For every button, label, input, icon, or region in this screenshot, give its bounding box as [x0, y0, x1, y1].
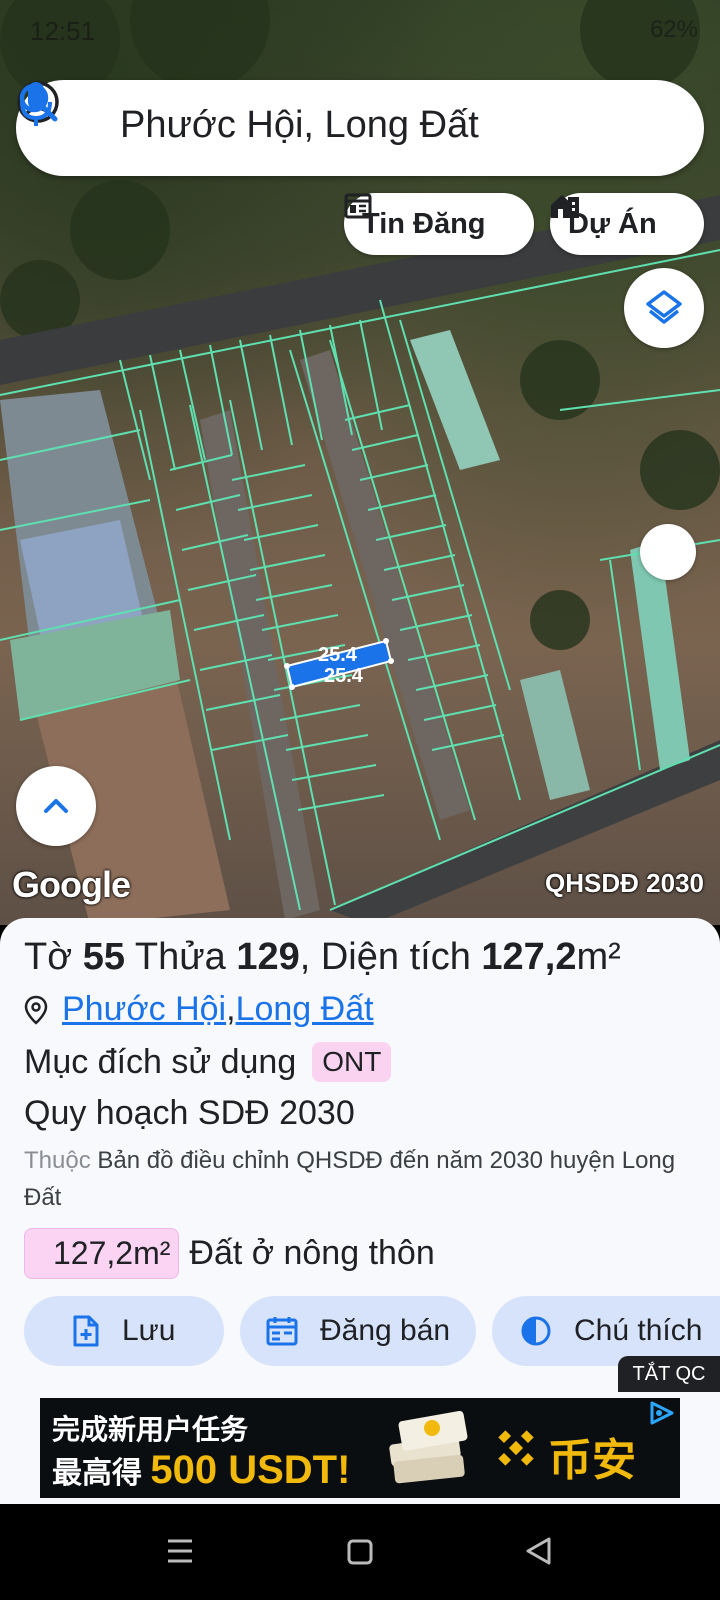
home-icon[interactable]	[346, 1538, 374, 1566]
chevron-up-icon	[44, 799, 68, 813]
back-icon[interactable]	[524, 1536, 552, 1566]
plan-description: Thuộc Bản đồ điều chỉnh QHSDĐ đến năm 20…	[24, 1142, 696, 1216]
post-sale-label: Đăng bán	[320, 1314, 451, 1347]
system-nav-bar	[0, 1504, 720, 1600]
plan-title: Quy hoạch SDĐ 2030	[24, 1094, 355, 1132]
parcel-dimension-bottom: 25.4	[324, 665, 363, 687]
ad-line2-prefix: 最高得	[52, 1457, 151, 1490]
layers-icon	[646, 290, 682, 324]
save-button[interactable]: Lưu	[24, 1296, 224, 1366]
ad-line1: 完成新用户任务	[52, 1414, 249, 1445]
map-view[interactable]: 25.4 25.4 12:51 62% Phước Hội, Long Đất	[0, 0, 720, 925]
ad-highlight: 500 USDT!	[150, 1448, 351, 1492]
hide-ads-button[interactable]: TẮT QC	[618, 1356, 720, 1392]
ad-cards-illustration	[389, 1410, 468, 1484]
menu-icon[interactable]	[166, 1538, 194, 1564]
desc-prefix: Thuộc	[24, 1147, 91, 1174]
calendar-icon	[266, 1317, 298, 1346]
title-sep: , Diện tích	[299, 936, 482, 978]
microphone-icon[interactable]	[16, 80, 56, 128]
search-bar[interactable]: Phước Hội, Long Đất	[16, 80, 704, 176]
layers-button[interactable]	[624, 268, 704, 348]
land-use-purpose: Mục đích sử dụng ONT	[24, 1042, 392, 1082]
news-icon	[344, 193, 372, 219]
status-time: 12:51	[30, 16, 96, 46]
district-link[interactable]: Long Đất	[236, 990, 374, 1029]
expand-sheet-button[interactable]	[16, 766, 96, 846]
legend-label: Chú thích	[574, 1314, 703, 1347]
post-sale-button[interactable]: Đăng bán	[240, 1296, 476, 1366]
parcel-dimension-top: 25.4	[318, 644, 357, 666]
location-pin-icon	[24, 995, 48, 1025]
purpose-code-badge: ONT	[312, 1042, 392, 1082]
ad-line2: 最高得 500 USDT!	[52, 1448, 350, 1493]
tin-dang-chip[interactable]: Tin Đăng	[344, 193, 534, 255]
adchoices-icon[interactable]	[646, 1400, 676, 1426]
contrast-icon	[521, 1316, 551, 1346]
status-battery: 62%	[649, 16, 698, 43]
layer-name-label: QHSDĐ 2030	[545, 868, 704, 898]
ad-brand-name: 币安	[548, 1436, 636, 1485]
parcel-title: Tờ 55 Thửa 129, Diện tích 127,2m²	[24, 936, 621, 979]
status-bar: 12:51 62%	[0, 0, 720, 64]
building-icon	[551, 195, 579, 218]
desc-text: Bản đồ điều chỉnh QHSDĐ đến năm 2030 huy…	[24, 1147, 676, 1211]
du-an-chip[interactable]: Dự Án	[550, 193, 704, 255]
save-label: Lưu	[122, 1314, 176, 1347]
area-row: 127,2m² Đất ở nông thôn	[24, 1228, 435, 1279]
opacity-slider-handle[interactable]	[640, 524, 696, 580]
parcel-number: 129	[236, 936, 300, 978]
binance-logo-icon	[498, 1430, 534, 1466]
search-input[interactable]: Phước Hội, Long Đất	[120, 104, 479, 147]
area-land-type: Đất ở nông thôn	[189, 1234, 435, 1272]
ad-banner[interactable]: 完成新用户任务 最高得 500 USDT! 币安	[40, 1398, 680, 1498]
title-prefix: Tờ	[24, 936, 83, 978]
purpose-label: Mục đích sử dụng	[24, 1042, 297, 1081]
title-mid: Thửa	[124, 936, 237, 978]
add-file-icon	[73, 1315, 99, 1347]
du-an-label: Dự Án	[568, 207, 657, 240]
location-separator: ,	[226, 990, 236, 1028]
sheet-number: 55	[82, 936, 125, 978]
location-line: Phước Hội, Long Đất	[24, 990, 374, 1029]
area-badge: 127,2m²	[24, 1228, 180, 1279]
area-unit: m²	[576, 936, 621, 978]
parcel-area: 127,2	[481, 936, 577, 978]
google-logo: Google	[12, 864, 131, 905]
ward-link[interactable]: Phước Hội	[62, 990, 226, 1029]
tin-dang-label: Tin Đăng	[362, 207, 486, 240]
